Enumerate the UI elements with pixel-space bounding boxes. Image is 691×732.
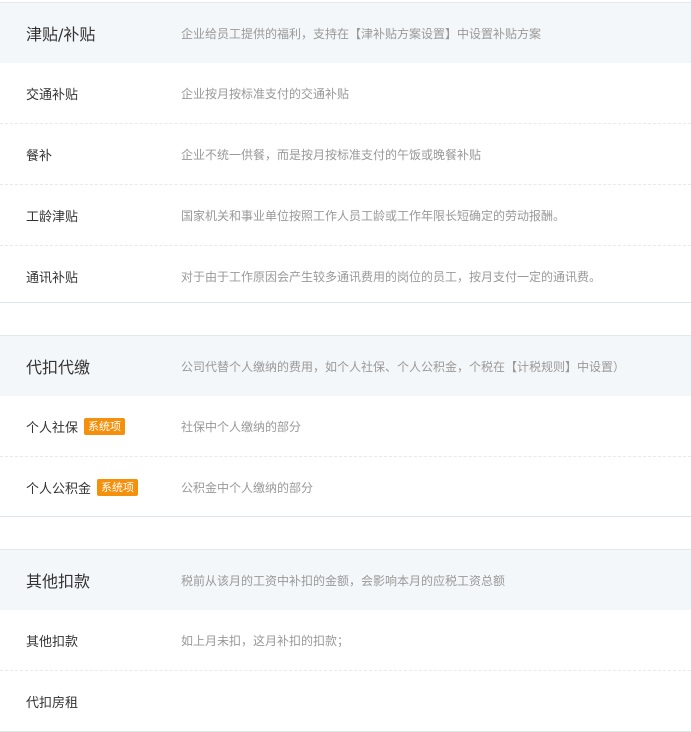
section-title: 津贴/补贴 <box>26 25 96 44</box>
section-header: 代扣代缴 公司代替个人缴纳的费用，如个人社保、个人公积金，个税在【计税规则】中设… <box>0 336 691 396</box>
section-description: 企业给员工提供的福利，支持在【津补贴方案设置】中设置补贴方案 <box>181 26 542 41</box>
list-item-personal-social-security[interactable]: 个人社保 系统项 社保中个人缴纳的部分 <box>0 396 691 456</box>
section-title: 其他扣款 <box>26 572 91 591</box>
section-withholding: 代扣代缴 公司代替个人缴纳的费用，如个人社保、个人公积金，个税在【计税规则】中设… <box>0 335 691 517</box>
item-name: 餐补 <box>26 148 53 164</box>
item-description: 企业按月按标准支付的交通补贴 <box>181 86 350 101</box>
system-item-badge: 系统项 <box>97 478 139 496</box>
list-item-meal-allowance[interactable]: 餐补 企业不统一供餐，而是按月按标准支付的午饭或晚餐补贴 <box>0 123 691 184</box>
item-description: 公积金中个人缴纳的部分 <box>181 480 314 495</box>
section-header: 津贴/补贴 企业给员工提供的福利，支持在【津补贴方案设置】中设置补贴方案 <box>0 3 691 63</box>
item-description: 企业不统一供餐，而是按月按标准支付的午饭或晚餐补贴 <box>181 147 482 162</box>
section-description: 公司代替个人缴纳的费用，如个人社保、个人公积金，个税在【计税规则】中设置） <box>181 359 626 374</box>
item-name: 通讯补贴 <box>26 270 79 286</box>
item-name: 交通补贴 <box>26 87 79 103</box>
list-item-communication-allowance[interactable]: 通讯补贴 对于由于工作原因会产生较多通讯费用的岗位的员工，按月支付一定的通讯费。 <box>0 245 691 306</box>
item-description: 如上月未扣，这月补扣的扣款； <box>181 633 350 648</box>
item-name: 工龄津贴 <box>26 209 79 225</box>
item-name: 个人社保 系统项 <box>26 417 126 436</box>
list-item-rent-deduction[interactable]: 代扣房租 <box>0 670 691 731</box>
item-name: 代扣房租 <box>26 695 79 711</box>
item-description: 国家机关和事业单位按照工作人员工龄或工作年限长短确定的劳动报酬。 <box>181 208 566 223</box>
list-item-transport-allowance[interactable]: 交通补贴 企业按月按标准支付的交通补贴 <box>0 63 691 123</box>
section-header: 其他扣款 税前从该月的工资中补扣的金额，会影响本月的应税工资总额 <box>0 550 691 610</box>
item-description: 对于由于工作原因会产生较多通讯费用的岗位的员工，按月支付一定的通讯费。 <box>181 269 602 284</box>
item-description: 社保中个人缴纳的部分 <box>181 419 302 434</box>
list-item-other-deduction[interactable]: 其他扣款 如上月未扣，这月补扣的扣款； <box>0 610 691 670</box>
item-name: 个人公积金 系统项 <box>26 478 139 497</box>
section-title: 代扣代缴 <box>26 358 91 377</box>
system-item-badge: 系统项 <box>84 417 126 435</box>
list-item-personal-housing-fund[interactable]: 个人公积金 系统项 公积金中个人缴纳的部分 <box>0 456 691 517</box>
section-allowance: 津贴/补贴 企业给员工提供的福利，支持在【津补贴方案设置】中设置补贴方案 交通补… <box>0 2 691 303</box>
item-name: 其他扣款 <box>26 634 79 650</box>
section-other-deductions: 其他扣款 税前从该月的工资中补扣的金额，会影响本月的应税工资总额 其他扣款 如上… <box>0 549 691 732</box>
list-item-seniority-allowance[interactable]: 工龄津贴 国家机关和事业单位按照工作人员工龄或工作年限长短确定的劳动报酬。 <box>0 184 691 245</box>
item-name-text: 个人公积金 <box>26 481 92 497</box>
item-name-text: 个人社保 <box>26 420 79 436</box>
section-description: 税前从该月的工资中补扣的金额，会影响本月的应税工资总额 <box>181 573 506 588</box>
